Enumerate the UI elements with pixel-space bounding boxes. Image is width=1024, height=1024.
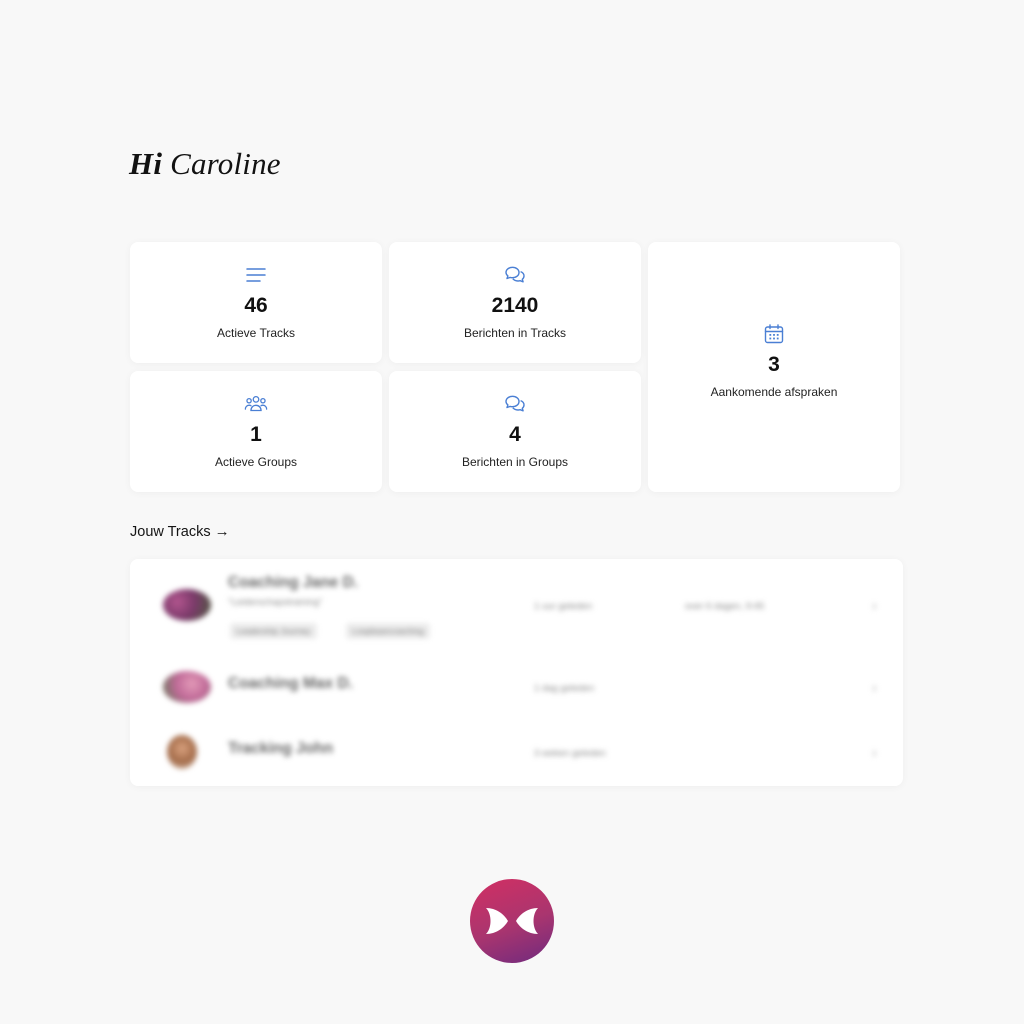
track-row[interactable]: Coaching Max D. 1 dag geleden › — [130, 659, 903, 723]
stat-label: Berichten in Groups — [461, 455, 569, 469]
track-avatar — [163, 589, 211, 621]
dashboard-page: Hi Caroline 46 Actieve Tracks 2140 Beric… — [0, 0, 1024, 1024]
stat-label: Aankomende afspraken — [710, 385, 838, 399]
list-icon — [243, 262, 269, 288]
stat-card-actieve-groups[interactable]: 1 Actieve Groups — [130, 371, 382, 492]
greeting-name: Caroline — [170, 146, 281, 181]
stat-label: Actieve Tracks — [216, 326, 296, 340]
logo-mark-icon — [486, 908, 538, 934]
stat-value: 1 — [250, 423, 262, 446]
last-message-time: 1 uur geleden — [534, 601, 593, 612]
track-row[interactable]: Tracking John 3 weken geleden › — [130, 723, 903, 786]
next-meeting-time: over 6 dagen, 9:45 — [685, 601, 765, 612]
stat-value: 2140 — [491, 294, 539, 317]
stat-card-actieve-tracks[interactable]: 46 Actieve Tracks — [130, 242, 382, 363]
calendar-icon — [761, 321, 787, 347]
stat-label: Berichten in Tracks — [463, 326, 567, 340]
stat-value: 4 — [509, 423, 521, 446]
last-message-time: 1 dag geleden — [534, 683, 595, 694]
stat-card-berichten-tracks[interactable]: 2140 Berichten in Tracks — [389, 242, 641, 363]
chat-icon — [502, 262, 528, 288]
page-greeting: Hi Caroline — [129, 146, 281, 182]
track-name: Tracking John — [228, 740, 334, 757]
section-title-text: Jouw Tracks — [130, 523, 211, 540]
stat-card-aankomende-afspraken[interactable]: 3 Aankomende afspraken — [648, 242, 900, 492]
track-name: Coaching Jane D. — [228, 574, 359, 591]
group-icon — [243, 391, 269, 417]
jouw-tracks-link[interactable]: Jouw Tracks → — [130, 523, 230, 540]
last-message-time: 3 weken geleden — [534, 748, 606, 759]
brand-logo — [470, 879, 554, 963]
stat-value: 3 — [768, 353, 780, 376]
chevron-right-icon: › — [872, 597, 877, 613]
track-tag: Leadership Journey — [230, 623, 317, 639]
stat-label: Actieve Groups — [214, 455, 298, 469]
tracks-list: Coaching Jane D. "Leiderschapstraining" … — [130, 559, 903, 786]
track-tag: Loopbaancoaching — [346, 623, 430, 639]
stat-card-berichten-groups[interactable]: 4 Berichten in Groups — [389, 371, 641, 492]
chat-icon — [502, 391, 528, 417]
track-row[interactable]: Coaching Jane D. "Leiderschapstraining" … — [130, 559, 903, 659]
track-avatar — [163, 671, 211, 703]
track-subtitle: "Leiderschapstraining" — [228, 597, 323, 608]
stat-value: 46 — [244, 294, 268, 317]
track-avatar — [167, 735, 197, 769]
chevron-right-icon: › — [872, 744, 877, 760]
track-name: Coaching Max D. — [228, 675, 353, 692]
chevron-right-icon: › — [872, 679, 877, 695]
arrow-right-icon: → — [214, 523, 230, 540]
greeting-hi: Hi — [129, 146, 163, 181]
